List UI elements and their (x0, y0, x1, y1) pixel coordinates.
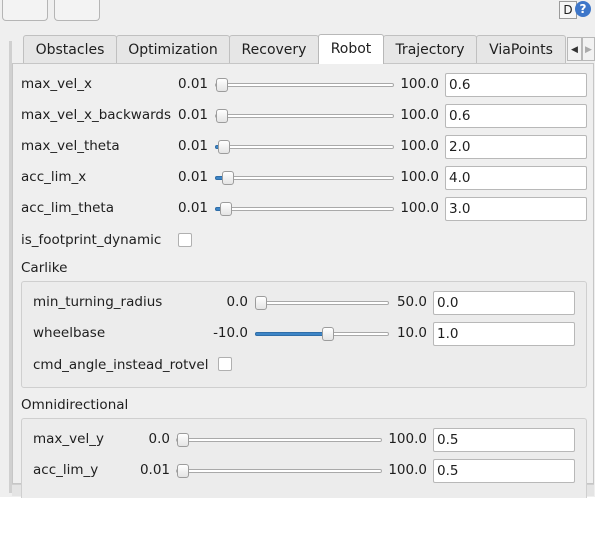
wheelbase-label: wheelbase (33, 325, 106, 341)
acc-lim-theta-label: acc_lim_theta (21, 200, 114, 216)
min-turning-radius-min-label: 0.0 (226, 294, 248, 310)
min-turning-radius-value-field[interactable]: 0.0 (433, 291, 575, 315)
acc-lim-x-slider-handle[interactable] (222, 171, 234, 185)
cmd-angle-instead-rotvel-checkbox[interactable] (218, 357, 232, 371)
max-vel-x-min-label: 0.01 (177, 76, 208, 92)
acc-lim-y-slider-groove[interactable] (176, 469, 382, 473)
min-turning-radius-slider-groove[interactable] (255, 301, 389, 305)
acc-lim-x-max-label: 100.0 (400, 169, 439, 185)
max-vel-theta-value-field[interactable]: 2.0 (445, 135, 587, 159)
empty-area (0, 497, 595, 534)
max-vel-x-backwards-min-label: 0.01 (177, 107, 208, 123)
wheelbase-value-field[interactable]: 1.0 (433, 322, 575, 346)
max-vel-x-label: max_vel_x (21, 76, 92, 92)
max-vel-x-value-field[interactable]: 0.6 (445, 73, 587, 97)
acc-lim-y-slider-handle[interactable] (177, 464, 189, 478)
is-footprint-dynamic-checkbox[interactable] (178, 233, 192, 247)
min-turning-radius-slider-handle[interactable] (255, 296, 267, 310)
max-vel-theta-slider-handle[interactable] (218, 140, 230, 154)
acc-lim-theta-max-label: 100.0 (400, 200, 439, 216)
max-vel-x-backwards-max-label: 100.0 (400, 107, 439, 123)
max-vel-x-backwards-value-field[interactable]: 0.6 (445, 104, 587, 128)
acc-lim-theta-min-label: 0.01 (177, 200, 208, 216)
max-vel-y-value-field[interactable]: 0.5 (433, 428, 575, 452)
max-vel-y-label: max_vel_y (33, 431, 104, 447)
min-turning-radius-max-label: 50.0 (396, 294, 427, 310)
max-vel-x-slider-handle[interactable] (216, 78, 228, 92)
parameter-rows: Carlike Omnidirectional is_footprint_dyn… (0, 0, 595, 498)
acc-lim-x-value-field[interactable]: 4.0 (445, 166, 587, 190)
acc-lim-x-label: acc_lim_x (21, 169, 87, 185)
acc-lim-y-value-field[interactable]: 0.5 (433, 459, 575, 483)
max-vel-theta-label: max_vel_theta (21, 138, 120, 154)
wheelbase-max-label: 10.0 (396, 325, 427, 341)
max-vel-y-slider-handle[interactable] (177, 433, 189, 447)
acc-lim-x-min-label: 0.01 (177, 169, 208, 185)
max-vel-y-min-label: 0.0 (148, 431, 170, 447)
max-vel-x-backwards-slider-groove[interactable] (215, 114, 394, 118)
wheelbase-slider-handle[interactable] (322, 327, 334, 341)
wheelbase-slider-fill (255, 332, 326, 336)
carlike-group-title: Carlike (21, 260, 68, 276)
max-vel-y-slider-groove[interactable] (176, 438, 382, 442)
max-vel-theta-slider-groove[interactable] (215, 145, 394, 149)
acc-lim-theta-value-field[interactable]: 3.0 (445, 197, 587, 221)
max-vel-theta-max-label: 100.0 (400, 138, 439, 154)
min-turning-radius-label: min_turning_radius (33, 294, 163, 310)
cmd-angle-instead-rotvel-label: cmd_angle_instead_rotvel (33, 357, 209, 373)
acc-lim-y-min-label: 0.01 (139, 462, 170, 478)
acc-lim-y-max-label: 100.0 (388, 462, 427, 478)
acc-lim-theta-slider-groove[interactable] (215, 207, 394, 211)
max-vel-y-max-label: 100.0 (388, 431, 427, 447)
acc-lim-y-label: acc_lim_y (33, 462, 99, 478)
acc-lim-x-slider-groove[interactable] (215, 176, 394, 180)
max-vel-x-slider-groove[interactable] (215, 83, 394, 87)
acc-lim-theta-slider-handle[interactable] (220, 202, 232, 216)
is-footprint-dynamic-label: is_footprint_dynamic (21, 232, 162, 248)
wheelbase-min-label: -10.0 (213, 325, 248, 341)
max-vel-x-max-label: 100.0 (400, 76, 439, 92)
max-vel-x-backwards-slider-handle[interactable] (216, 109, 228, 123)
max-vel-theta-min-label: 0.01 (177, 138, 208, 154)
omnidirectional-group-title: Omnidirectional (21, 397, 129, 413)
